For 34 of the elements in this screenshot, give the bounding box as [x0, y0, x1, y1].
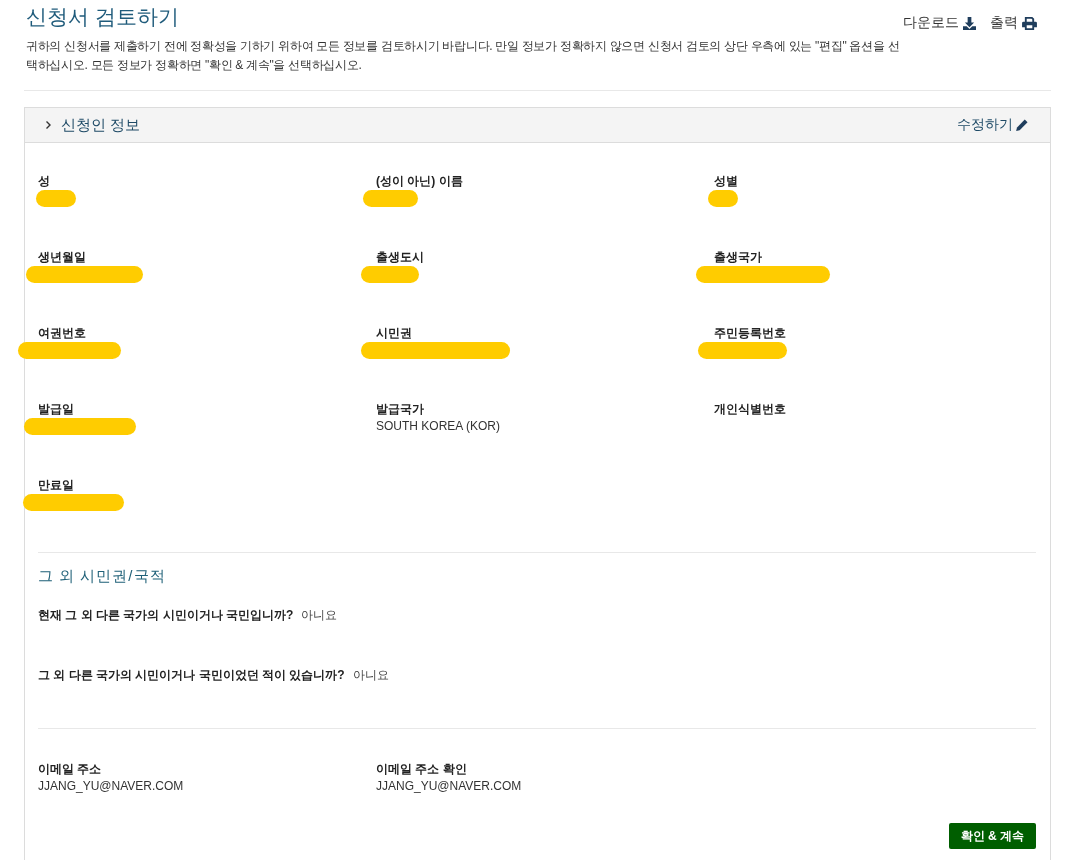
question-text: 그 외 다른 국가의 시민이거나 국민이었던 적이 있습니까? — [38, 667, 345, 684]
section-title: 신청인 정보 — [61, 115, 141, 135]
field-label: 성별 — [714, 173, 738, 190]
field-label: 출생국가 — [714, 249, 763, 266]
field-label: 여권번호 — [38, 325, 87, 342]
field-label: 생년월일 — [38, 249, 87, 266]
answer-text: 아니요 — [301, 607, 338, 624]
chevron-right-icon[interactable] — [45, 120, 52, 130]
field-label: 발급일 — [38, 401, 75, 418]
printer-icon — [1022, 16, 1037, 30]
download-icon — [963, 16, 976, 30]
edit-link[interactable]: 수정하기 — [957, 116, 1028, 134]
field-label: 이메일 주소 — [38, 761, 103, 778]
answer-text: 아니요 — [352, 667, 389, 684]
field-label: (성이 아닌) 이름 — [376, 173, 463, 190]
field-label: 성 — [38, 173, 51, 190]
field-label: 이메일 주소 확인 — [376, 761, 468, 778]
pencil-icon — [1015, 118, 1028, 132]
field-value: JJANG_YU@NAVER.COM — [38, 778, 184, 795]
download-link[interactable]: 다운로드 — [903, 14, 976, 32]
page-title: 신청서 검토하기 — [26, 4, 180, 30]
field-value: JJANG_YU@NAVER.COM — [376, 778, 522, 795]
section-heading: 그 외 시민권/국적 — [38, 566, 167, 586]
field-label: 출생도시 — [376, 249, 424, 266]
field-label: 만료일 — [38, 477, 75, 494]
print-link[interactable]: 출력 — [990, 14, 1037, 32]
question-text: 현재 그 외 다른 국가의 시민이거나 국민입니까? — [38, 607, 294, 624]
field-value: SOUTH KOREA (KOR) — [376, 418, 500, 435]
field-label: 발급국가 — [376, 401, 425, 418]
field-label: 시민권 — [376, 325, 413, 342]
field-label: 주민등록번호 — [714, 325, 787, 342]
confirm-continue-button[interactable]: 확인 & 계속 — [948, 823, 1036, 849]
instructions-text: 귀하의 신청서를 제출하기 전에 정확성을 기하기 위하여 모든 정보를 검토하시기 바랍니다. 만일 정보가 정확하지 않으면 신청서 검토의 상단 우측에 있는 "편집" 옵션을 선택하십시오. 모든 정보가 정확하면 "확인 & 계속"을 선택하십시오. — [26, 38, 901, 74]
field-label: 개인식별번호 — [714, 401, 786, 418]
